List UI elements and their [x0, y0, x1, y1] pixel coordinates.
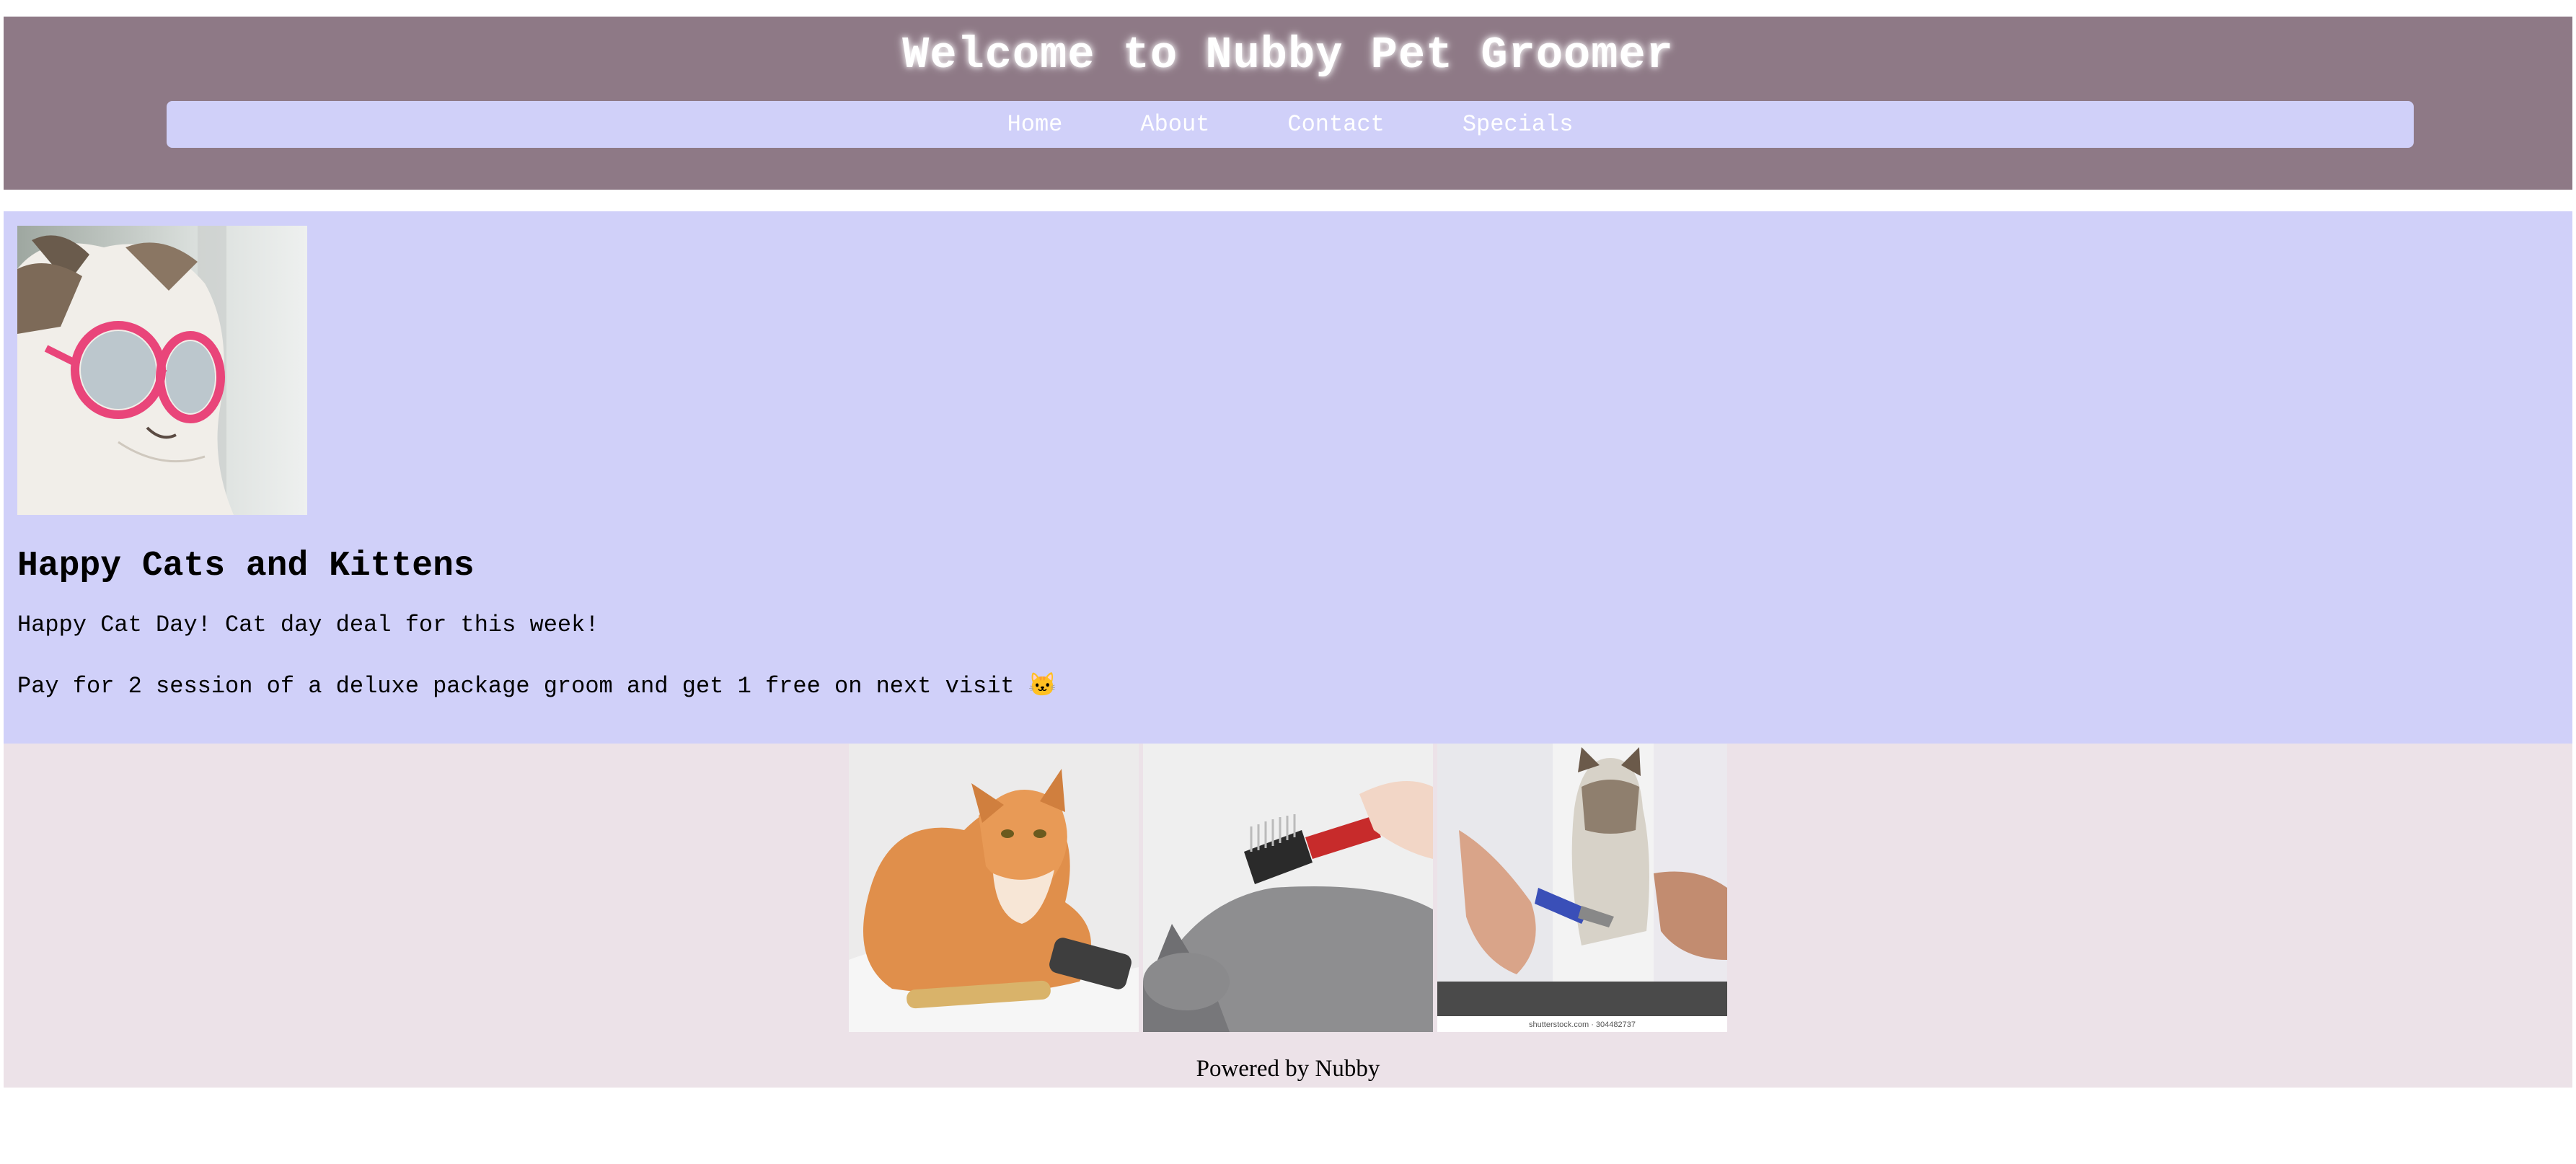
footer-text: Powered by Nubby [1196, 1056, 1380, 1082]
stock-watermark: shutterstock.com · 304482737 [1529, 1020, 1636, 1029]
section-heading: Happy Cats and Kittens [17, 547, 475, 586]
nav-specials-link[interactable]: Specials [1424, 111, 1613, 138]
cat-sunglasses-image [17, 226, 307, 515]
deal-details-text: Pay for 2 session of a deluxe package gr… [17, 673, 1057, 700]
deal-intro-text: Happy Cat Day! Cat day deal for this wee… [17, 612, 599, 638]
cat-nail-trim-image: shutterstock.com · 304482737 [1437, 744, 1727, 1032]
nav-contact-link[interactable]: Contact [1248, 111, 1423, 138]
main-nav: Home About Contact Specials [167, 101, 2414, 148]
specials-section: Happy Cats and Kittens Happy Cat Day! Ca… [4, 211, 2572, 744]
gallery-section: shutterstock.com · 304482737 Powered by … [4, 744, 2572, 1088]
page-title: Welcome to Nubby Pet Groomer [902, 30, 1674, 81]
nav-about-link[interactable]: About [1101, 111, 1248, 138]
orange-cat-brush-image [849, 744, 1139, 1032]
site-header: Welcome to Nubby Pet Groomer Home About … [4, 17, 2572, 190]
photo-gallery: shutterstock.com · 304482737 [849, 744, 1727, 1032]
nav-home-link[interactable]: Home [969, 111, 1102, 138]
gray-cat-brushing-image [1143, 744, 1433, 1032]
